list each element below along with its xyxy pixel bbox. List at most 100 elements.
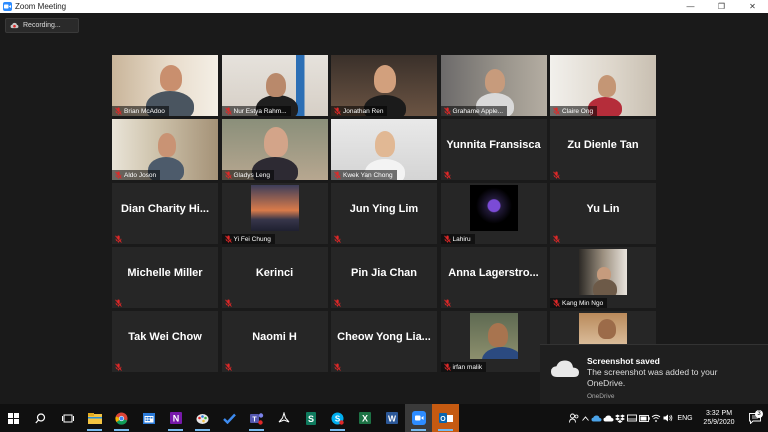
participant-name: irfan malik	[452, 363, 483, 371]
participant-label: Kwek Yan Chong	[331, 170, 397, 180]
participant-label: Kang Min Ngo	[550, 298, 608, 308]
participant-tile[interactable]: Grahame Apple...	[440, 55, 547, 116]
volume-icon[interactable]	[662, 404, 674, 432]
close-button[interactable]: ✕	[737, 0, 768, 13]
word-icon[interactable]: W	[378, 404, 405, 432]
mic-muted-icon	[553, 299, 560, 307]
acrobat-icon[interactable]	[270, 404, 297, 432]
participant-tile[interactable]: irfan malik	[440, 311, 547, 372]
participant-video	[250, 185, 299, 231]
system-tray: ENG 3:32 PM 25/9/2020 3	[568, 404, 768, 432]
participant-label	[441, 298, 455, 308]
svg-text:S: S	[307, 414, 313, 424]
participant-tile[interactable]: Jun Ying Lim	[331, 183, 437, 244]
participant-tile[interactable]: Naomi H	[221, 311, 328, 372]
windows-start-icon[interactable]	[0, 404, 27, 432]
participant-tile[interactable]: Aldo Joson	[112, 119, 218, 180]
participant-tile[interactable]: Brian McAdoo	[112, 55, 218, 116]
participant-tile[interactable]: Tak Wei Chow	[112, 311, 218, 372]
task-view-icon[interactable]	[54, 404, 81, 432]
participant-name: Gladys Leng	[233, 171, 271, 179]
participant-label: Yi Fei Chung	[221, 234, 275, 244]
paint-icon[interactable]	[189, 404, 216, 432]
people-icon[interactable]	[568, 404, 580, 432]
participant-label: Aldo Joson	[112, 170, 161, 180]
mic-muted-icon	[115, 171, 122, 179]
search-icon[interactable]	[27, 404, 54, 432]
toast-source: OneDrive	[587, 393, 615, 400]
participant-label	[112, 234, 126, 244]
participant-display-name: Pin Jia Chan	[350, 266, 418, 279]
wifi-icon[interactable]	[650, 404, 662, 432]
participant-tile[interactable]: Claire Ong	[550, 55, 656, 116]
participant-video	[469, 313, 518, 359]
calendar-icon[interactable]	[135, 404, 162, 432]
participant-tile[interactable]: Jonathan Ren	[331, 55, 437, 116]
onenote-icon[interactable]: N	[162, 404, 189, 432]
participant-tile[interactable]: Kang Min Ngo	[550, 247, 656, 308]
clock[interactable]: 3:32 PM 25/9/2020	[696, 409, 742, 427]
mic-muted-icon	[334, 171, 341, 179]
participant-display-name: Tak Wei Chow	[128, 330, 202, 343]
clock-date: 25/9/2020	[703, 419, 735, 426]
mic-muted-icon	[334, 107, 341, 115]
participant-tile[interactable]: Cheow Yong Lia...	[331, 311, 437, 372]
mic-muted-icon	[115, 299, 122, 307]
mic-muted-icon	[443, 171, 451, 179]
onedrive-tray-icon[interactable]	[590, 404, 602, 432]
drive-icon[interactable]	[626, 404, 638, 432]
file-explorer-icon[interactable]	[81, 404, 108, 432]
sway-icon[interactable]: S	[297, 404, 324, 432]
participant-display-name: Michelle Miller	[127, 266, 203, 279]
excel-icon[interactable]: X	[351, 404, 378, 432]
participant-tile[interactable]: Zu Dienle Tan	[550, 119, 656, 180]
cloud-tray-icon[interactable]	[602, 404, 614, 432]
chrome-icon[interactable]	[108, 404, 135, 432]
participant-tile[interactable]: Dian Charity Hi...	[112, 183, 218, 244]
participant-label	[441, 170, 455, 180]
skype-icon[interactable]: S	[324, 404, 351, 432]
participant-display-name: Cheow Yong Lia...	[337, 330, 431, 343]
minimize-button[interactable]: —	[675, 0, 706, 13]
participant-label	[331, 298, 345, 308]
zoom-taskbar-icon[interactable]	[405, 404, 432, 432]
participant-tile[interactable]: Michelle Miller	[112, 247, 218, 308]
input-language[interactable]: ENG	[674, 415, 696, 422]
participant-tile[interactable]: Lahiru	[440, 183, 547, 244]
svg-text:W: W	[387, 414, 396, 424]
participant-tile[interactable]: Kwek Yan Chong	[331, 119, 437, 180]
dropbox-icon[interactable]	[614, 404, 626, 432]
participant-display-name: Dian Charity Hi...	[120, 202, 210, 215]
restore-button[interactable]: ❐	[706, 0, 737, 13]
participant-tile[interactable]: Pin Jia Chan	[331, 247, 437, 308]
mic-muted-icon	[443, 363, 451, 371]
participant-video	[469, 185, 518, 231]
participant-label: Brian McAdoo	[112, 106, 169, 116]
participant-tile[interactable]: Yunnita Fransisca	[440, 119, 547, 180]
onedrive-toast[interactable]: Screenshot saved The screenshot was adde…	[540, 344, 768, 404]
mic-muted-icon	[224, 107, 232, 115]
participant-display-name: Naomi H	[252, 330, 297, 343]
recording-indicator[interactable]: Recording...	[5, 18, 79, 33]
svg-text:T: T	[252, 416, 257, 423]
participant-tile[interactable]: Yu Lin	[550, 183, 656, 244]
battery-icon[interactable]	[638, 404, 650, 432]
participant-name: Kwek Yan Chong	[343, 171, 393, 179]
participant-tile[interactable]: Kerinci	[221, 247, 328, 308]
outlook-icon[interactable]: O	[432, 404, 459, 432]
participant-display-name: Yunnita Fransisca	[446, 138, 541, 151]
participant-label: irfan malik	[440, 362, 487, 372]
action-center-icon[interactable]: 3	[742, 409, 768, 424]
participant-tile[interactable]: Nur Estya Rahm...	[221, 55, 328, 116]
participant-name: Kang Min Ngo	[562, 299, 604, 307]
clock-time: 3:32 PM	[705, 410, 733, 417]
participant-tile[interactable]: Gladys Leng	[221, 119, 328, 180]
zoom-logo-icon	[3, 2, 12, 11]
participant-label	[550, 234, 564, 244]
mic-muted-icon	[115, 235, 122, 243]
participant-tile[interactable]: Anna Lagerstro...	[440, 247, 547, 308]
participant-tile[interactable]: Yi Fei Chung	[221, 183, 328, 244]
teams-icon[interactable]: T	[243, 404, 270, 432]
todo-icon[interactable]	[216, 404, 243, 432]
show-hidden-icons-icon[interactable]	[580, 404, 590, 432]
